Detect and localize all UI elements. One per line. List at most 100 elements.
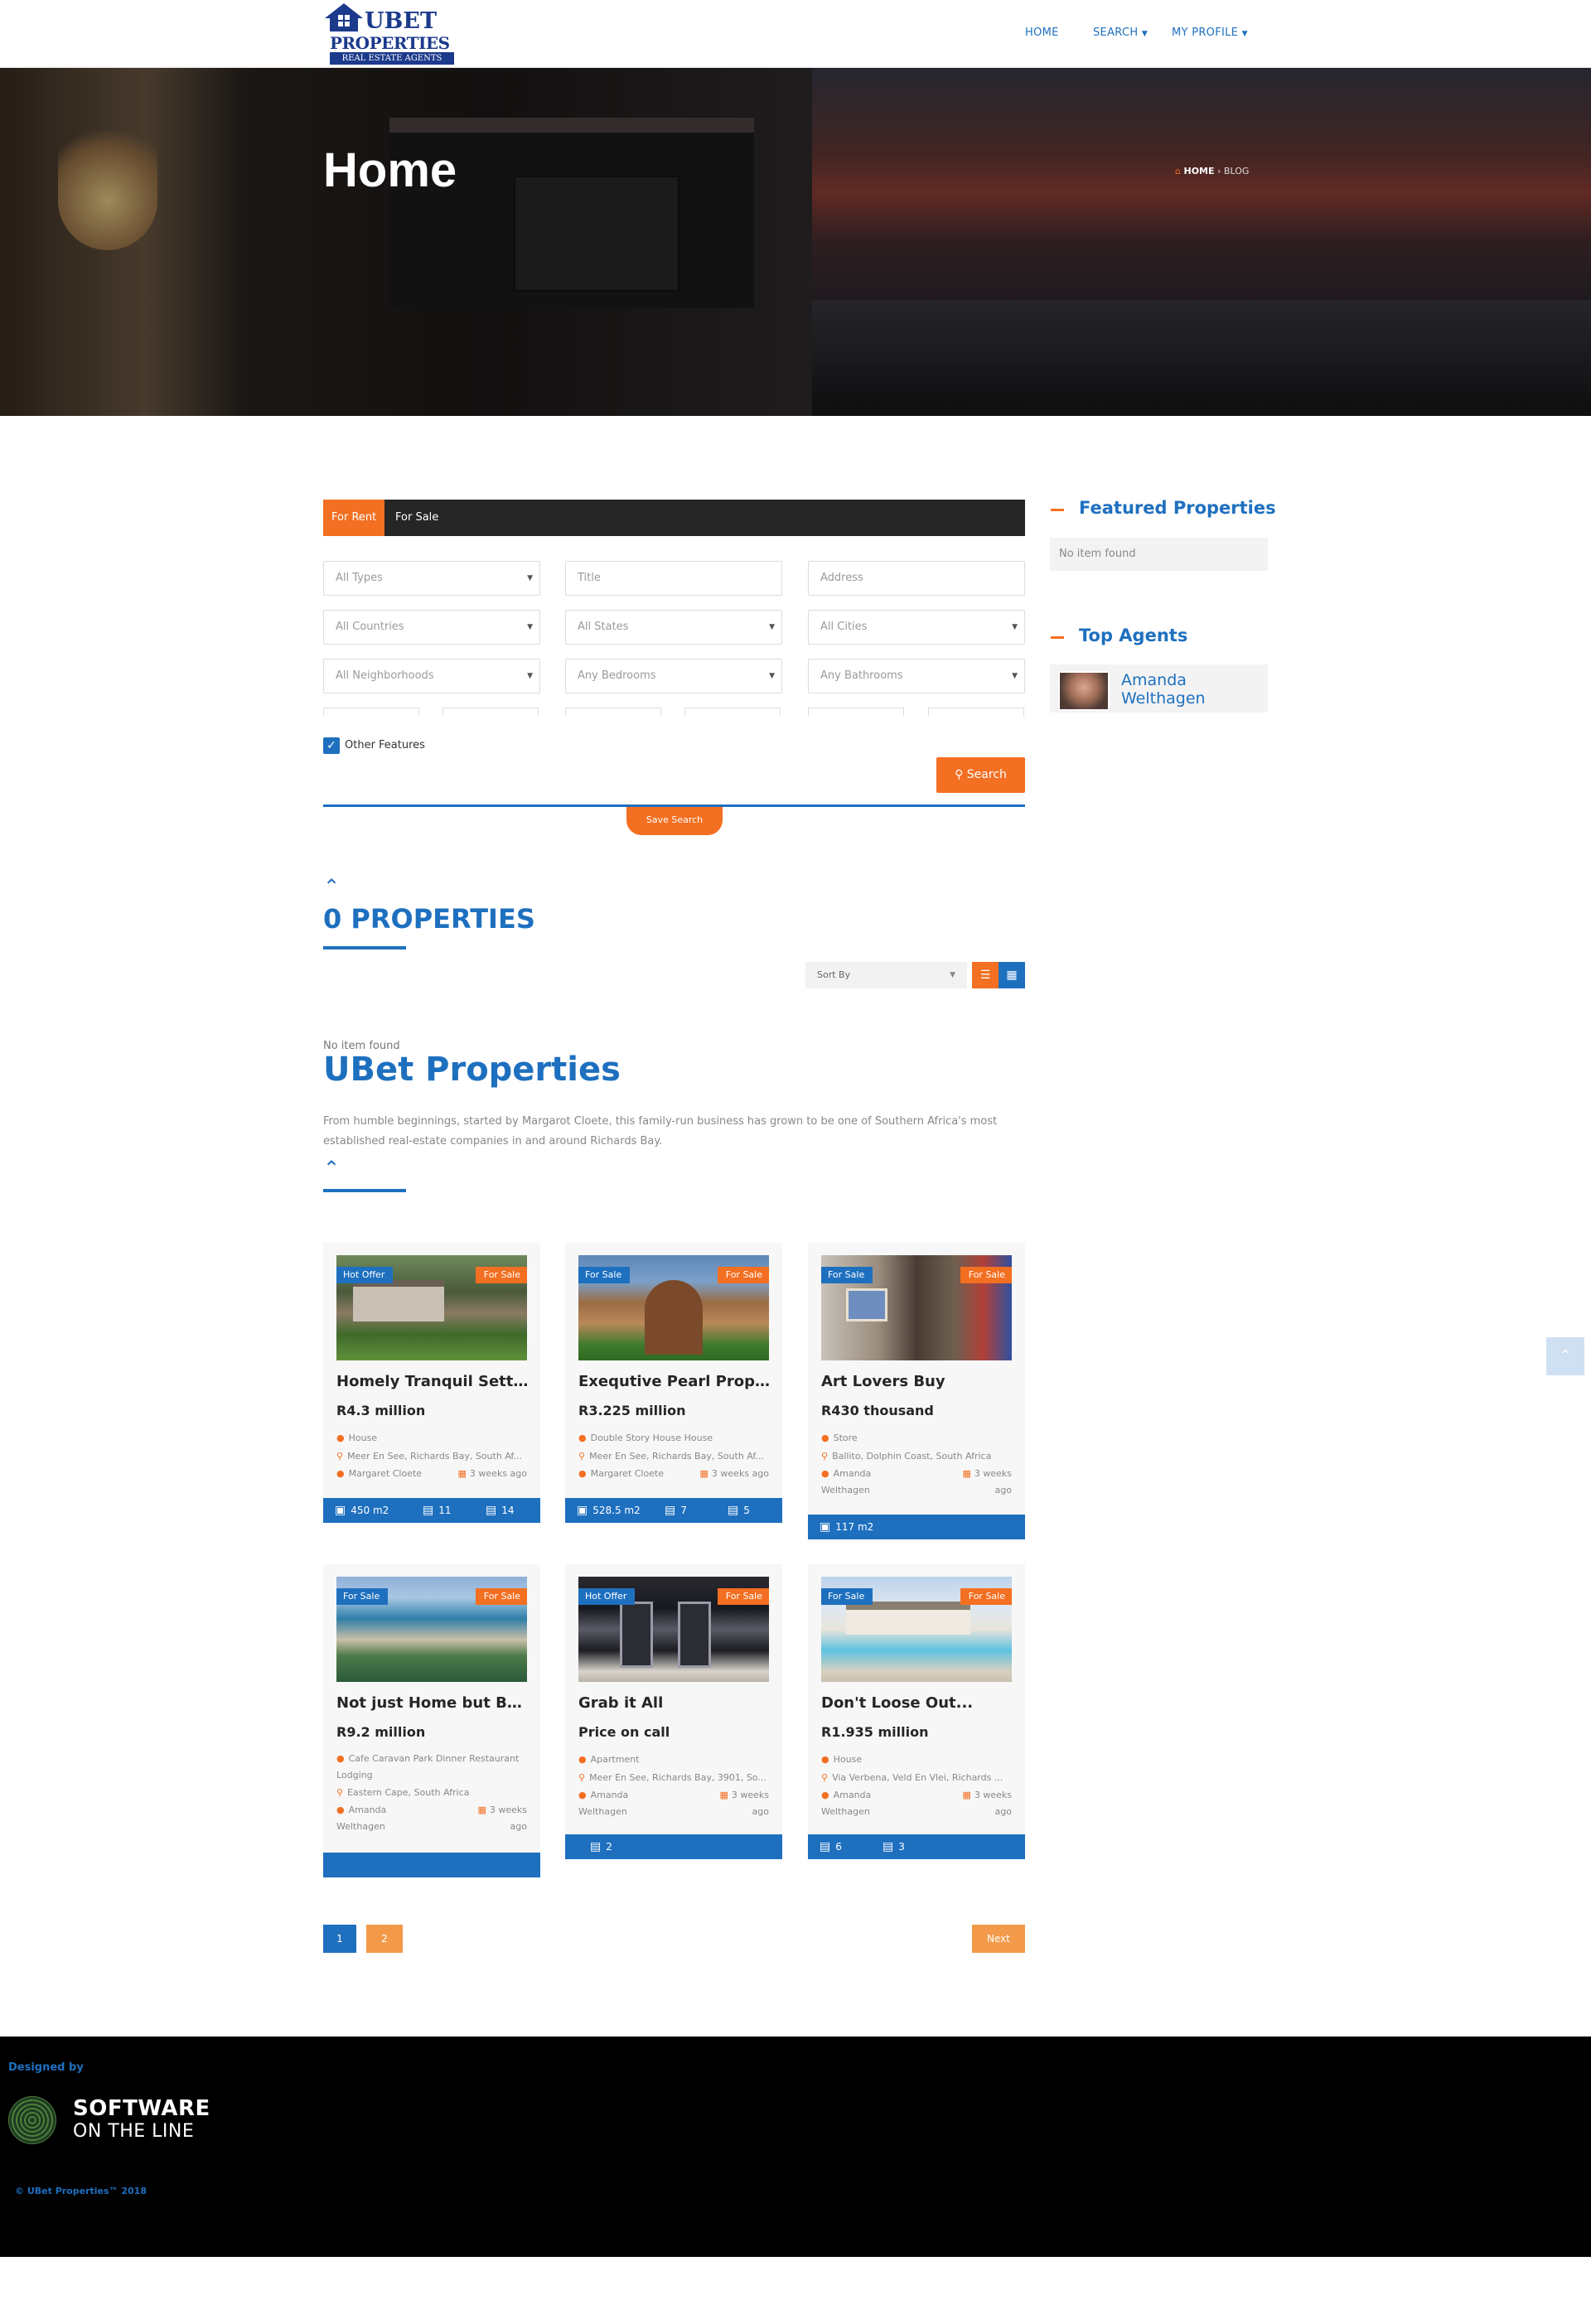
property-image[interactable]: Hot Offer For Sale: [578, 1577, 769, 1682]
chevron-down-icon: ▼: [769, 672, 775, 680]
property-agent[interactable]: ● Margaret Cloete: [578, 1466, 664, 1482]
property-image[interactable]: For Sale For Sale: [578, 1255, 769, 1360]
tag-icon: ●: [336, 1753, 345, 1764]
grid-view-button[interactable]: ▦: [999, 962, 1025, 988]
property-card[interactable]: Hot Offer For Sale Homely Tranquil Setti…: [323, 1243, 540, 1523]
nav-my-profile[interactable]: MY PROFILE ▼: [1172, 27, 1248, 39]
property-title[interactable]: Exequtive Pearl Property: [578, 1373, 773, 1390]
property-image[interactable]: For Sale For Sale: [336, 1577, 527, 1682]
featured-title-dash: [1051, 509, 1064, 511]
check-icon: ✓: [326, 739, 336, 752]
property-location: ⚲ Ballito, Dolphin Coast, South Africa: [821, 1451, 1012, 1462]
property-type: ● Cafe Caravan Park Dinner Restaurant Lod…: [336, 1751, 527, 1784]
property-type-label: Apartment: [590, 1754, 640, 1765]
list-view-button[interactable]: ☰: [972, 962, 999, 988]
property-date-suffix: ago: [994, 1485, 1012, 1495]
chevron-down-icon: ▼: [1012, 672, 1018, 680]
property-title[interactable]: Art Lovers Buy: [821, 1373, 1016, 1390]
sale-badge: For Sale: [717, 1267, 769, 1283]
types-select[interactable]: All Types ▼: [323, 561, 540, 596]
page-2-button[interactable]: 2: [366, 1925, 403, 1953]
property-features-bar: ▣ 117 m2: [808, 1515, 1025, 1539]
tab-for-rent[interactable]: For Rent: [323, 500, 385, 536]
bathrooms-select[interactable]: Any Bathrooms ▼: [808, 659, 1025, 693]
nav-my-profile-label: MY PROFILE: [1172, 27, 1239, 39]
title-input[interactable]: Title: [565, 561, 782, 596]
map-pin-icon: ⚲: [821, 1451, 829, 1462]
map-pin-icon: ⚲: [578, 1451, 586, 1462]
property-agent[interactable]: ● Amanda Welthagen: [821, 1466, 871, 1499]
page-1-button[interactable]: 1: [323, 1925, 356, 1953]
types-select-value: All Types: [336, 572, 383, 584]
chevron-down-icon: ▼: [527, 574, 533, 582]
property-card[interactable]: For Sale For Sale Art Lovers Buy R430 th…: [808, 1243, 1025, 1539]
property-location: ⚲ Eastern Cape, South Africa: [336, 1787, 527, 1798]
property-card[interactable]: Hot Offer For Sale Grab it All Price on …: [565, 1564, 782, 1859]
breadcrumb-separator: ›: [1217, 166, 1221, 176]
agent-card[interactable]: Amanda Welthagen: [1050, 664, 1268, 713]
property-card[interactable]: For Sale For Sale Exequtive Pearl Proper…: [565, 1243, 782, 1523]
property-agent[interactable]: ● Margaret Cloete: [336, 1466, 422, 1482]
states-select[interactable]: All States ▼: [565, 610, 782, 645]
property-image[interactable]: Hot Offer For Sale: [336, 1255, 527, 1360]
cities-select[interactable]: All Cities ▼: [808, 610, 1025, 645]
sale-badge: For Sale: [475, 1588, 527, 1605]
scroll-to-top-button[interactable]: ⌃: [1546, 1337, 1584, 1375]
property-card[interactable]: For Sale For Sale Not just Home but Busi…: [323, 1564, 540, 1877]
property-date-suffix: ago: [510, 1821, 527, 1832]
company-title: UBet Properties: [323, 1051, 621, 1089]
beds-feature: ▤ 6: [820, 1834, 842, 1859]
property-title[interactable]: Homely Tranquil Setting...: [336, 1373, 531, 1390]
property-agent[interactable]: ● Amanda Welthagen: [578, 1787, 628, 1820]
search-button[interactable]: ⚲ Search: [936, 757, 1025, 793]
site-logo[interactable]: UBET PROPERTIES REAL ESTATE AGENTS: [323, 2, 457, 66]
property-image[interactable]: For Sale For Sale: [821, 1255, 1012, 1360]
area-value: 450 m2: [351, 1505, 389, 1516]
property-agent[interactable]: ● Amanda Welthagen: [336, 1802, 386, 1835]
house-shape: [353, 1280, 444, 1321]
property-date-label: 3 weeks: [974, 1468, 1012, 1479]
property-image[interactable]: For Sale For Sale: [821, 1577, 1012, 1682]
property-title[interactable]: Don't Loose Out...: [821, 1694, 1016, 1712]
nav-search[interactable]: SEARCH ▼: [1093, 27, 1148, 39]
property-location-label: Ballito, Dolphin Coast, South Africa: [832, 1451, 992, 1462]
address-input[interactable]: Address: [808, 561, 1025, 596]
countries-select[interactable]: All Countries ▼: [323, 610, 540, 645]
baths-feature: ▤ 2: [590, 1834, 612, 1859]
beds-feature: ▤ 11: [423, 1498, 452, 1523]
breadcrumb-home[interactable]: HOME: [1183, 166, 1214, 176]
property-location-label: Meer En See, Richards Bay, South Af...: [589, 1451, 764, 1462]
collapsed-field: [808, 708, 904, 716]
baths-feature: ▤ 5: [728, 1498, 750, 1523]
calendar-icon: ▦: [477, 1805, 486, 1815]
property-agent-first: Amanda: [833, 1468, 872, 1479]
search-button-label: Search: [966, 768, 1007, 781]
other-features-checkbox[interactable]: ✓: [323, 737, 340, 754]
agent-name[interactable]: Amanda Welthagen: [1121, 671, 1206, 708]
property-location: ⚲ Meer En See, Richards Bay, 3901, So...: [578, 1772, 769, 1783]
tab-for-sale[interactable]: For Sale: [387, 500, 447, 536]
software-on-the-line-logo[interactable]: [8, 2096, 56, 2144]
bedrooms-select-value: Any Bedrooms: [578, 669, 656, 682]
calendar-icon: ▦: [699, 1468, 708, 1479]
property-card[interactable]: For Sale For Sale Don't Loose Out... R1.…: [808, 1564, 1025, 1859]
baths-feature: ▤ 14: [486, 1498, 515, 1523]
map-pin-icon: ⚲: [336, 1787, 344, 1798]
heading-underline: [323, 1189, 406, 1192]
nav-home[interactable]: HOME: [1025, 27, 1059, 39]
property-price: R4.3 million: [336, 1403, 426, 1418]
area-feature: ▣ 528.5 m2: [577, 1498, 641, 1523]
sort-by-select[interactable]: Sort By ▼: [805, 962, 967, 988]
bed-icon: ▤: [665, 1504, 676, 1517]
status-badge: For Sale: [821, 1267, 873, 1283]
beds-feature: ▤ 7: [665, 1498, 687, 1523]
user-icon: ●: [821, 1790, 829, 1800]
bedrooms-select[interactable]: Any Bedrooms ▼: [565, 659, 782, 693]
property-agent[interactable]: ● Amanda Welthagen: [821, 1787, 871, 1820]
property-title[interactable]: Not just Home but Busin...: [336, 1694, 531, 1712]
next-page-button[interactable]: Next: [972, 1925, 1025, 1953]
property-agent-last: Welthagen: [821, 1485, 870, 1495]
save-search-button[interactable]: Save Search: [626, 807, 723, 835]
neighborhoods-select[interactable]: All Neighborhoods ▼: [323, 659, 540, 693]
property-title[interactable]: Grab it All: [578, 1694, 773, 1712]
